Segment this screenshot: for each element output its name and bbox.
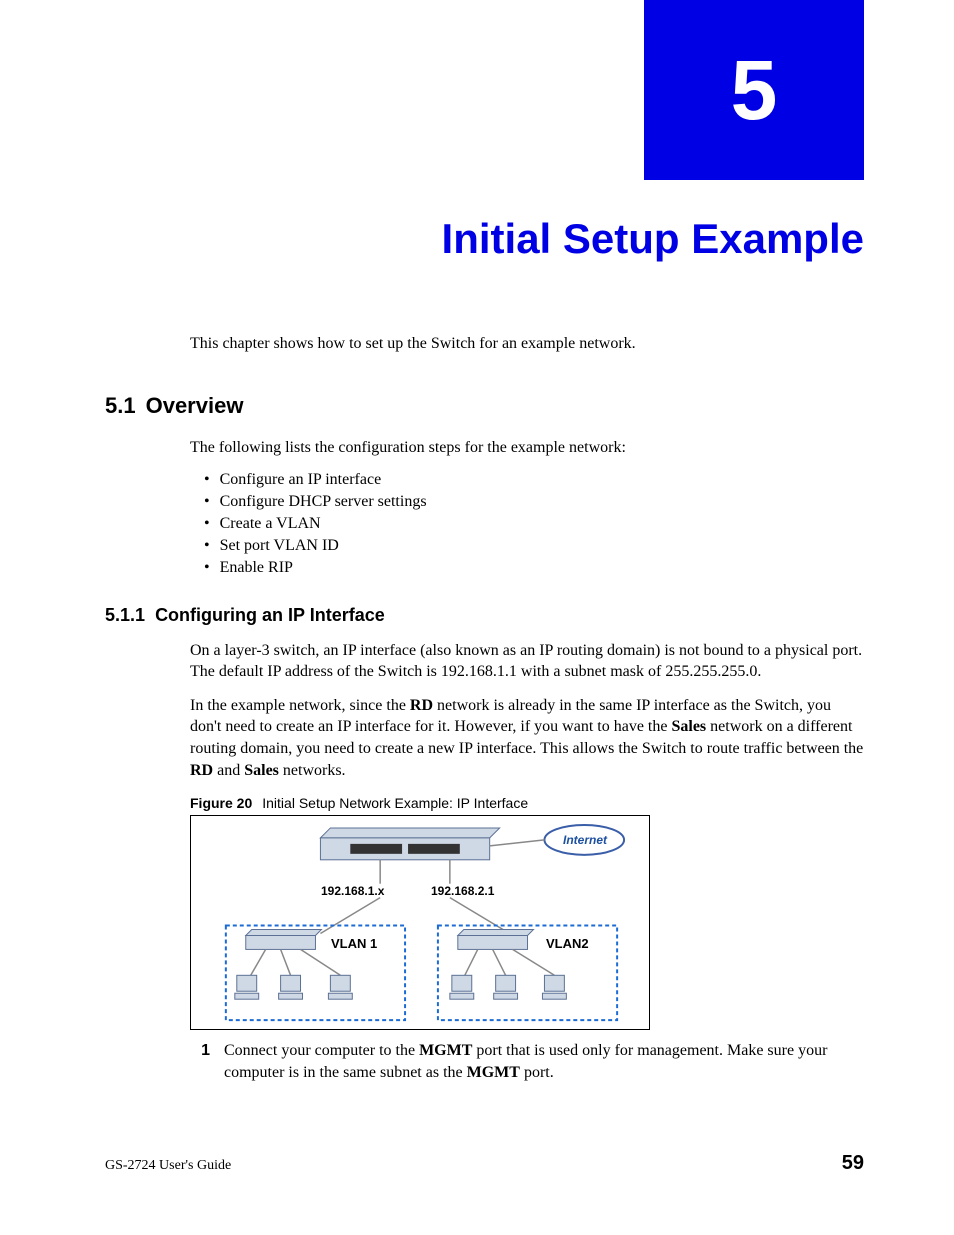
- subsection-title: Configuring an IP Interface: [155, 605, 385, 625]
- list-item: Set port VLAN ID: [204, 537, 864, 555]
- section-number: 5.1: [105, 393, 136, 419]
- figure-20: Internet 192.168.1.x 192.168.2.1 VLAN 1 …: [190, 815, 650, 1030]
- overview-list: Configure an IP interface Configure DHCP…: [204, 471, 864, 577]
- list-item: Configure an IP interface: [204, 471, 864, 489]
- section-5-1-1-heading: 5.1.1 Configuring an IP Interface: [105, 605, 864, 626]
- vlan1-label: VLAN 1: [331, 936, 377, 951]
- p2: In the example network, since the RD net…: [190, 695, 864, 781]
- step-1: Connect your computer to the MGMT port t…: [190, 1040, 864, 1083]
- chapter-intro: This chapter shows how to set up the Swi…: [190, 335, 864, 353]
- page: 5 Initial Setup Example This chapter sho…: [0, 0, 954, 1235]
- section-5-1-1-body: On a layer-3 switch, an IP interface (al…: [190, 640, 864, 1031]
- vlan2-label: VLAN2: [546, 936, 589, 951]
- list-item: Enable RIP: [204, 559, 864, 577]
- chapter-number-box: 5: [644, 0, 864, 180]
- figure-caption: Figure 20 Initial Setup Network Example: …: [190, 795, 864, 811]
- list-item: Create a VLAN: [204, 515, 864, 533]
- list-item: Configure DHCP server settings: [204, 493, 864, 511]
- p1: On a layer-3 switch, an IP interface (al…: [190, 640, 864, 683]
- internet-label: Internet: [563, 833, 607, 847]
- section-5-1-body: The following lists the configuration st…: [190, 437, 864, 577]
- overview-lead: The following lists the configuration st…: [190, 437, 864, 459]
- content: This chapter shows how to set up the Swi…: [105, 335, 864, 1083]
- chapter-title: Initial Setup Example: [0, 215, 864, 263]
- footer-page-number: 59: [842, 1152, 864, 1175]
- ip2-label: 192.168.2.1: [431, 884, 494, 898]
- section-title: Overview: [146, 393, 244, 418]
- subsection-number: 5.1.1: [105, 605, 145, 625]
- ip1-label: 192.168.1.x: [321, 884, 384, 898]
- footer-guide-name: GS-2724 User's Guide: [105, 1158, 231, 1174]
- figure-label: Figure 20: [190, 795, 252, 811]
- section-5-1-heading: 5.1 Overview: [105, 393, 864, 419]
- network-diagram-icon: [191, 816, 649, 1030]
- chapter-number: 5: [731, 42, 778, 139]
- page-footer: GS-2724 User's Guide 59: [105, 1152, 864, 1175]
- steps-list: Connect your computer to the MGMT port t…: [190, 1040, 864, 1083]
- figure-caption-text: Initial Setup Network Example: IP Interf…: [262, 795, 528, 811]
